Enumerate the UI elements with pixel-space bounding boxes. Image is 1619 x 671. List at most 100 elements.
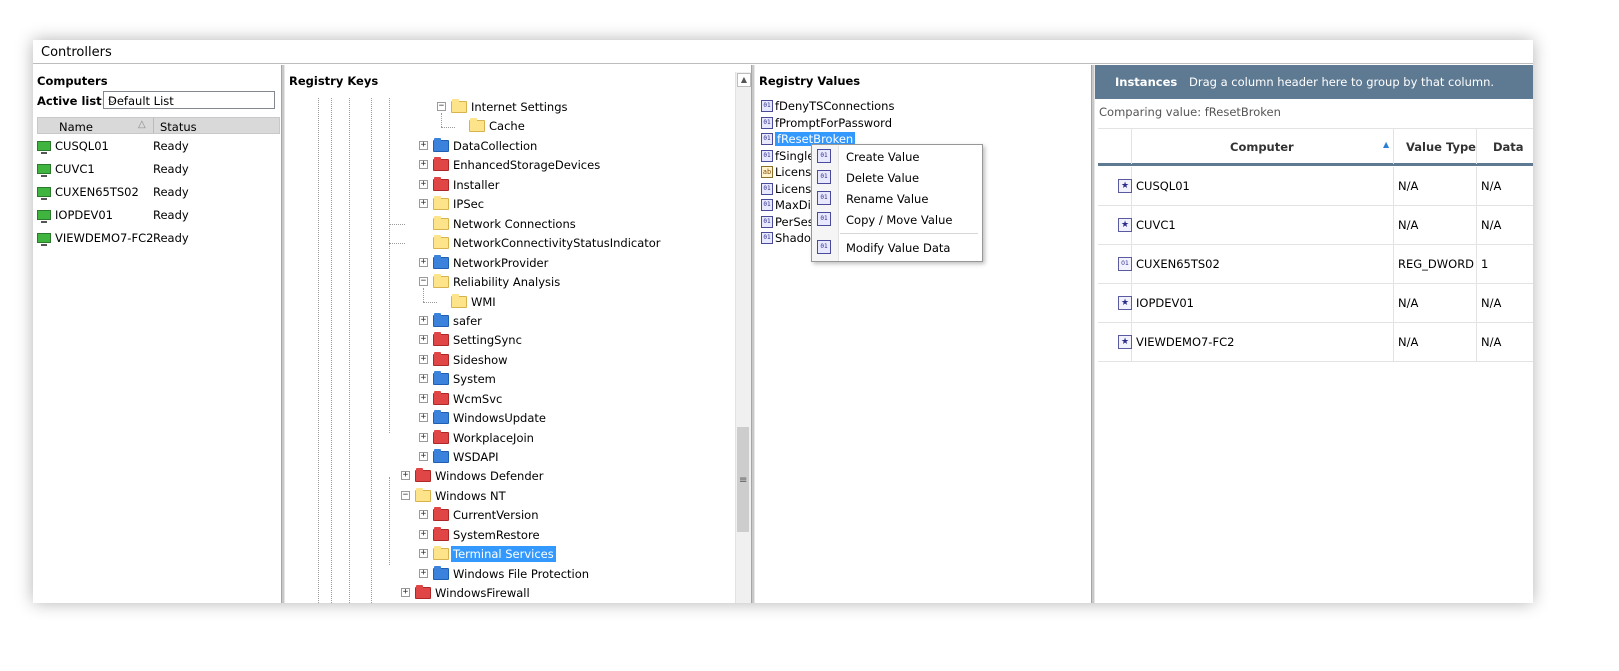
computer-row[interactable]: VIEWDEMO7-FC2 Ready xyxy=(37,228,277,250)
tree-item-label: safer xyxy=(453,314,482,328)
tree-item[interactable]: − Reliability Analysis xyxy=(285,273,735,292)
expand-icon[interactable]: + xyxy=(419,433,428,442)
tree-item[interactable]: + Sideshow xyxy=(285,351,735,370)
tree-item[interactable]: + SystemRestore xyxy=(285,526,735,545)
cell-data: 1 xyxy=(1477,245,1533,283)
column-header-data[interactable]: Data xyxy=(1477,129,1533,164)
expand-icon[interactable]: + xyxy=(419,355,428,364)
collapse-icon[interactable]: − xyxy=(419,277,428,286)
expand-icon[interactable]: + xyxy=(419,160,428,169)
group-by-band[interactable]: Instances Drag a column header here to g… xyxy=(1095,65,1533,99)
grid-header: Computer ▲ Value Type Data xyxy=(1098,128,1533,166)
computer-monitor-icon xyxy=(37,141,51,154)
tree-item[interactable]: + IPSec xyxy=(285,195,735,214)
tree-item[interactable]: + WindowsUpdate xyxy=(285,409,735,428)
computer-status: Ready xyxy=(153,162,189,176)
expand-icon[interactable]: + xyxy=(419,141,428,150)
tree-item[interactable]: + EnhancedStorageDevices xyxy=(285,156,735,175)
active-list-dropdown[interactable]: Default List ⌵ xyxy=(103,91,275,109)
expand-icon[interactable]: + xyxy=(419,530,428,539)
column-header-value-type[interactable]: Value Type xyxy=(1394,129,1477,164)
scroll-up-icon[interactable]: ▲ xyxy=(737,73,751,87)
menu-item-modify-value-data[interactable]: 01 Modify Value Data xyxy=(812,237,982,258)
expand-icon[interactable]: + xyxy=(419,452,428,461)
menu-item-rename-value[interactable]: 01 Rename Value xyxy=(812,188,982,209)
menu-separator xyxy=(840,233,978,234)
folder-icon xyxy=(433,527,449,541)
tree-item[interactable]: + DataCollection xyxy=(285,137,735,156)
tree-item[interactable]: Cache xyxy=(285,117,735,136)
tree-item[interactable]: + System xyxy=(285,370,735,389)
expand-icon[interactable]: + xyxy=(419,258,428,267)
cell-text: N/A xyxy=(1398,179,1419,193)
computers-list-header: Name △ Status xyxy=(37,117,280,134)
tree-item[interactable]: + WindowsFirewall xyxy=(285,584,735,603)
expand-icon[interactable]: + xyxy=(419,316,428,325)
tree-item[interactable]: + CurrentVersion xyxy=(285,506,735,525)
expand-icon[interactable]: + xyxy=(419,180,428,189)
tree-item[interactable]: + Installer xyxy=(285,176,735,195)
computer-row[interactable]: IOPDEV01 Ready xyxy=(37,205,277,227)
tree-item[interactable]: + NetworkProvider xyxy=(285,254,735,273)
computer-status: Ready xyxy=(153,208,189,222)
tree-item[interactable]: Network Connections xyxy=(285,215,735,234)
folder-icon xyxy=(433,235,449,249)
table-row[interactable]: 01 CUXEN65TS02 REG_DWORD 1 xyxy=(1098,245,1533,284)
column-header-label: Computer xyxy=(1230,140,1294,154)
tree-item[interactable]: + SettingSync xyxy=(285,331,735,350)
tree-item[interactable]: + WcmSvc xyxy=(285,390,735,409)
tree-item-selected[interactable]: + Terminal Services xyxy=(285,545,735,564)
expand-icon[interactable]: + xyxy=(419,549,428,558)
tree-item[interactable]: NetworkConnectivityStatusIndicator xyxy=(285,234,735,253)
tree-item-label: Reliability Analysis xyxy=(453,275,561,289)
tree-scrollbar[interactable]: ▲ ≡ xyxy=(735,72,751,603)
cell-computer: VIEWDEMO7-FC2 xyxy=(1132,323,1394,361)
column-header-status[interactable]: Status xyxy=(160,120,197,134)
expand-icon[interactable]: + xyxy=(401,588,410,597)
tree-item[interactable]: − Windows NT xyxy=(285,487,735,506)
expand-icon[interactable]: + xyxy=(419,569,428,578)
table-row[interactable]: ★ CUVC1 N/A N/A xyxy=(1098,206,1533,245)
table-row[interactable]: ★ VIEWDEMO7-FC2 N/A N/A xyxy=(1098,323,1533,362)
menu-item-copy-move-value[interactable]: 01 Copy / Move Value xyxy=(812,209,982,230)
computer-row[interactable]: CUXEN65TS02 Ready xyxy=(37,182,277,204)
computers-header: Computers xyxy=(37,74,108,88)
tree-item[interactable]: + safer xyxy=(285,312,735,331)
collapse-icon[interactable]: − xyxy=(437,102,446,111)
menu-item-label: Rename Value xyxy=(846,192,929,206)
chevron-down-icon: ⌵ xyxy=(108,93,117,106)
table-row[interactable]: ★ CUSQL01 N/A N/A xyxy=(1098,167,1533,206)
expand-icon[interactable]: + xyxy=(401,471,410,480)
tree-item[interactable]: + WSDAPI xyxy=(285,448,735,467)
tree-item[interactable]: − Internet Settings xyxy=(285,98,735,117)
column-header-computer[interactable]: Computer ▲ xyxy=(1132,129,1394,164)
expand-icon[interactable]: + xyxy=(419,374,428,383)
expand-icon[interactable]: + xyxy=(419,510,428,519)
computer-row[interactable]: CUSQL01 Ready xyxy=(37,136,277,158)
column-header-label: Data xyxy=(1493,140,1524,154)
cell-text: REG_DWORD xyxy=(1398,257,1475,271)
column-header-name[interactable]: Name xyxy=(59,120,93,134)
computer-monitor-icon xyxy=(37,187,51,200)
tree-item[interactable]: WMI xyxy=(285,293,735,312)
menu-item-delete-value[interactable]: 01 Delete Value xyxy=(812,167,982,188)
expand-icon[interactable]: + xyxy=(419,335,428,344)
table-row[interactable]: ★ IOPDEV01 N/A N/A xyxy=(1098,284,1533,323)
expand-icon[interactable]: + xyxy=(419,413,428,422)
collapse-icon[interactable]: − xyxy=(401,491,410,500)
binary-value-icon: 01 xyxy=(1118,257,1132,271)
menu-item-create-value[interactable]: 01 Create Value xyxy=(812,146,982,167)
binary-value-icon: 01 xyxy=(761,117,773,129)
expand-icon[interactable]: + xyxy=(419,394,428,403)
folder-icon xyxy=(433,157,449,171)
tree-item[interactable]: + Windows Defender xyxy=(285,467,735,486)
tree-item-label: Windows Defender xyxy=(435,469,544,483)
folder-icon xyxy=(433,566,449,580)
computer-row[interactable]: CUVC1 Ready xyxy=(37,159,277,181)
tree-item[interactable]: + WorkplaceJoin xyxy=(285,429,735,448)
registry-values-header: Registry Values xyxy=(759,74,861,88)
expand-icon[interactable]: + xyxy=(419,199,428,208)
window-title-bar: Controllers xyxy=(33,40,1533,64)
cell-text: N/A xyxy=(1481,335,1502,349)
tree-item[interactable]: + Windows File Protection xyxy=(285,565,735,584)
